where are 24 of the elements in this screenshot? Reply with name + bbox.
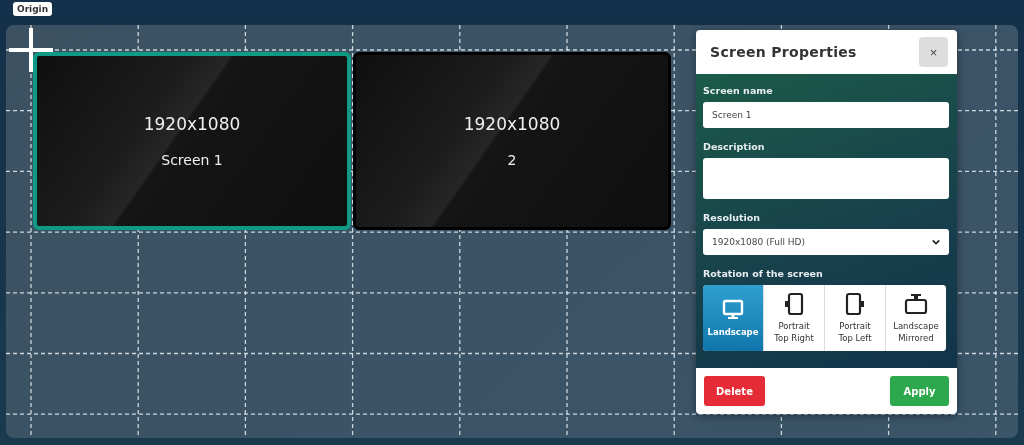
- display-screen[interactable]: 1920x1080 Screen 1: [33, 52, 351, 230]
- select-field[interactable]: 1920x1080 (Full HD): [703, 229, 949, 255]
- monitor-icon: [721, 297, 745, 322]
- field-label: Description: [703, 141, 766, 152]
- delete-button[interactable]: Delete: [704, 376, 765, 406]
- display-screen[interactable]: 1920x1080 2: [353, 52, 671, 230]
- input-field[interactable]: Screen 1: [703, 102, 949, 128]
- resolution-label: 1920x1080: [463, 114, 561, 134]
- screen-label: Screen 1: [161, 152, 223, 168]
- portrait-device-icon: [782, 291, 806, 316]
- screen-label: 2: [507, 152, 517, 168]
- panel-title: Screen Properties: [710, 44, 857, 60]
- portrait-device-icon: [843, 291, 867, 316]
- rotation-option[interactable]: Landscape: [703, 285, 764, 351]
- field-label: Resolution: [703, 212, 762, 223]
- field-label: Rotation of the screen: [703, 268, 824, 279]
- field-label: Screen name: [703, 85, 774, 96]
- landscape-device-icon: [904, 291, 928, 316]
- textarea-field[interactable]: [703, 158, 949, 199]
- caret-icon: [932, 239, 940, 245]
- close-button[interactable]: ×: [919, 37, 948, 67]
- origin-tooltip: Origin: [13, 2, 53, 16]
- origin-cross-icon: [9, 28, 53, 72]
- resolution-label: 1920x1080: [143, 114, 241, 134]
